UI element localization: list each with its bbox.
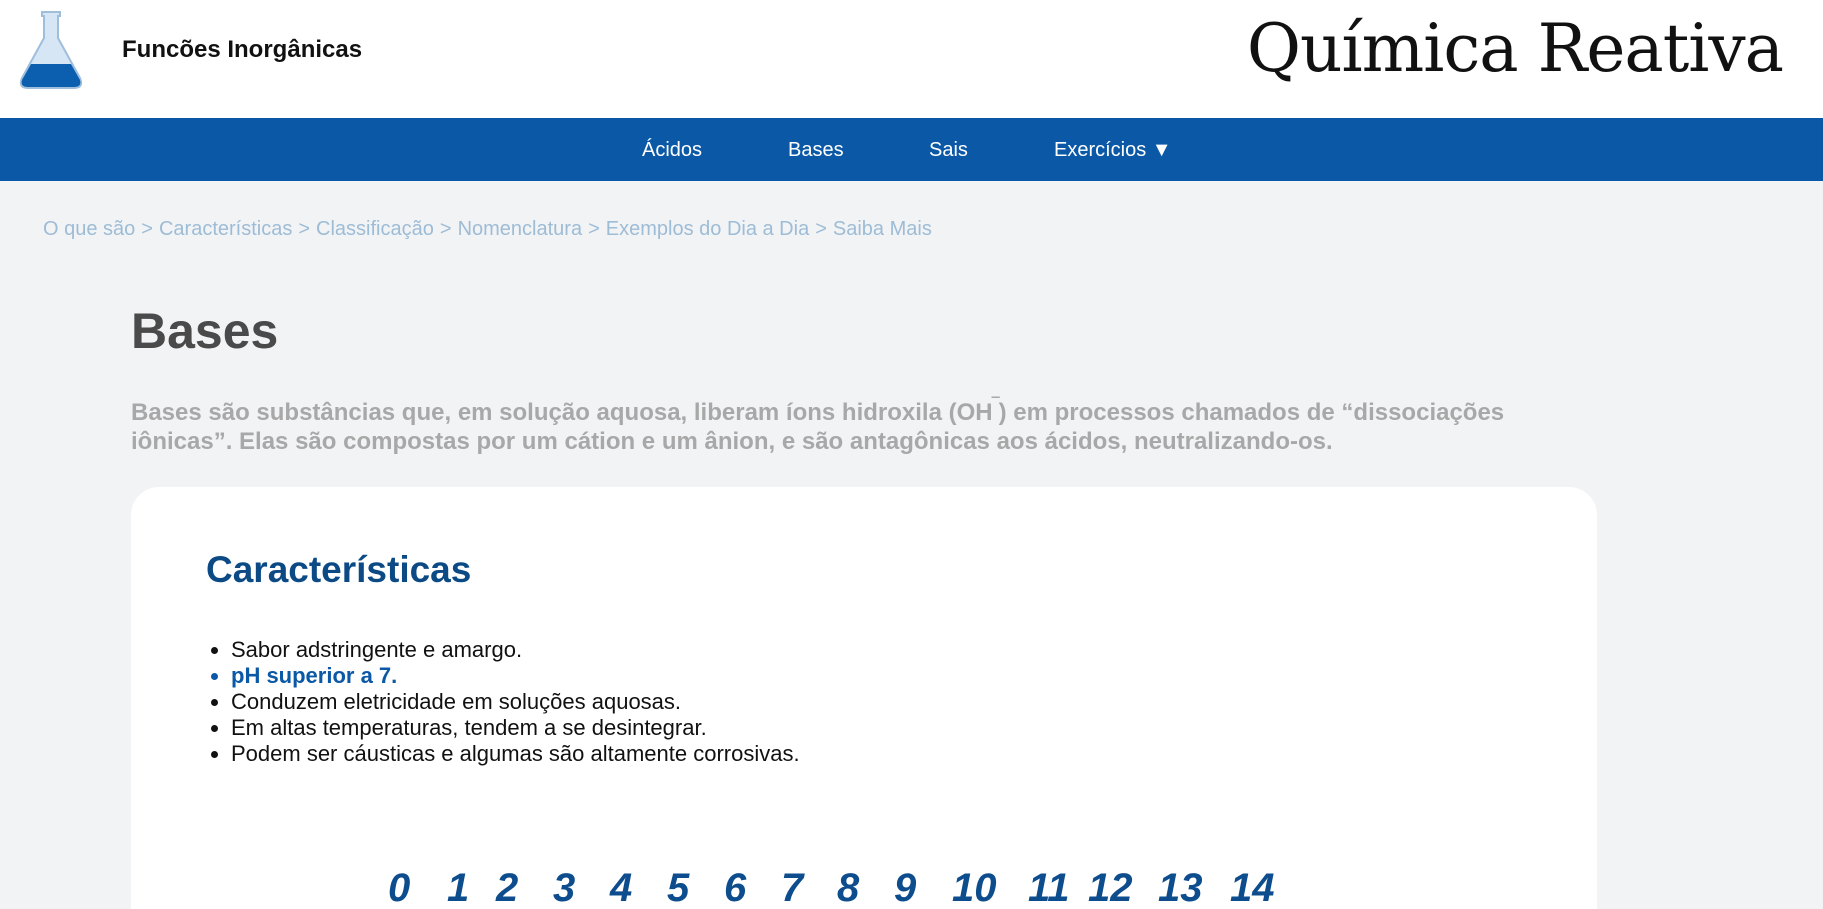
ph-scale-number: 14 <box>1230 866 1275 909</box>
intro-text-part1: Bases são substâncias que, em solução aq… <box>131 399 993 426</box>
ph-scale-number: 2 <box>496 866 519 909</box>
nav-item-bases[interactable]: Bases <box>788 139 844 162</box>
breadcrumb-separator: > <box>439 218 452 240</box>
characteristics-card: Características Sabor adstringente e ama… <box>131 487 1597 909</box>
ph-scale-number: 6 <box>724 866 747 909</box>
top-header: Funcões Inorgânicas Química Reativa <box>0 0 1823 118</box>
breadcrumb-saiba-mais[interactable]: Saiba Mais <box>833 218 932 240</box>
breadcrumb-separator: > <box>815 218 827 240</box>
ph-scale-number: 5 <box>667 866 690 909</box>
nav-item-acidos[interactable]: Ácidos <box>642 139 702 162</box>
flask-logo-icon[interactable] <box>18 8 84 90</box>
breadcrumb-o-que-sao[interactable]: O que são <box>43 218 135 240</box>
nav-item-sais[interactable]: Sais <box>929 139 968 162</box>
ph-scale-number: 3 <box>553 866 576 909</box>
page-title: Bases <box>131 303 279 359</box>
breadcrumb: O que são > Características > Classificação >… <box>43 218 932 241</box>
characteristics-title: Características <box>206 549 472 590</box>
breadcrumb-caracteristicas[interactable]: Características <box>159 218 292 240</box>
list-item: Conduzem eletricidade em soluções aquosa… <box>231 689 800 715</box>
site-section-title: Funcões Inorgânicas <box>122 36 363 63</box>
brand-logo[interactable]: Química Reativa <box>1247 10 1784 87</box>
breadcrumb-separator: > <box>588 218 600 240</box>
list-item: Em altas temperaturas, tendem a se desin… <box>231 715 800 741</box>
list-item: Sabor adstringente e amargo. <box>231 637 800 663</box>
list-item: Podem ser cáusticas e algumas são altame… <box>231 741 800 767</box>
ph-scale-number: 12 <box>1088 866 1133 909</box>
ph-scale-number: 4 <box>610 866 633 909</box>
nav-item-exercicios-dropdown[interactable]: Exercícios ▼ <box>1054 139 1172 162</box>
ph-scale-number: 11 <box>1028 866 1070 909</box>
list-item-highlight: pH superior a 7. <box>231 663 800 689</box>
breadcrumb-classificacao[interactable]: Classificação <box>316 218 434 240</box>
ph-scale-number: 1 <box>447 866 470 909</box>
ph-scale-number: 7 <box>781 866 804 909</box>
ph-scale-number: 13 <box>1158 866 1203 909</box>
breadcrumb-separator: > <box>298 218 311 240</box>
ph-scale-number: 8 <box>837 866 860 909</box>
breadcrumb-exemplos[interactable]: Exemplos do Dia a Dia <box>606 218 809 240</box>
ph-scale-number: 10 <box>952 866 997 909</box>
breadcrumb-nomenclatura[interactable]: Nomenclatura <box>458 218 583 240</box>
characteristics-list: Sabor adstringente e amargo. pH superior… <box>231 637 800 767</box>
intro-paragraph: Bases são substâncias que, em solução aq… <box>131 391 1611 456</box>
ph-scale-number: 0 <box>388 866 411 909</box>
breadcrumb-separator: > <box>141 218 153 240</box>
ph-scale-number: 9 <box>894 866 917 909</box>
main-navbar: Ácidos Bases Sais Exercícios ▼ <box>0 118 1823 181</box>
